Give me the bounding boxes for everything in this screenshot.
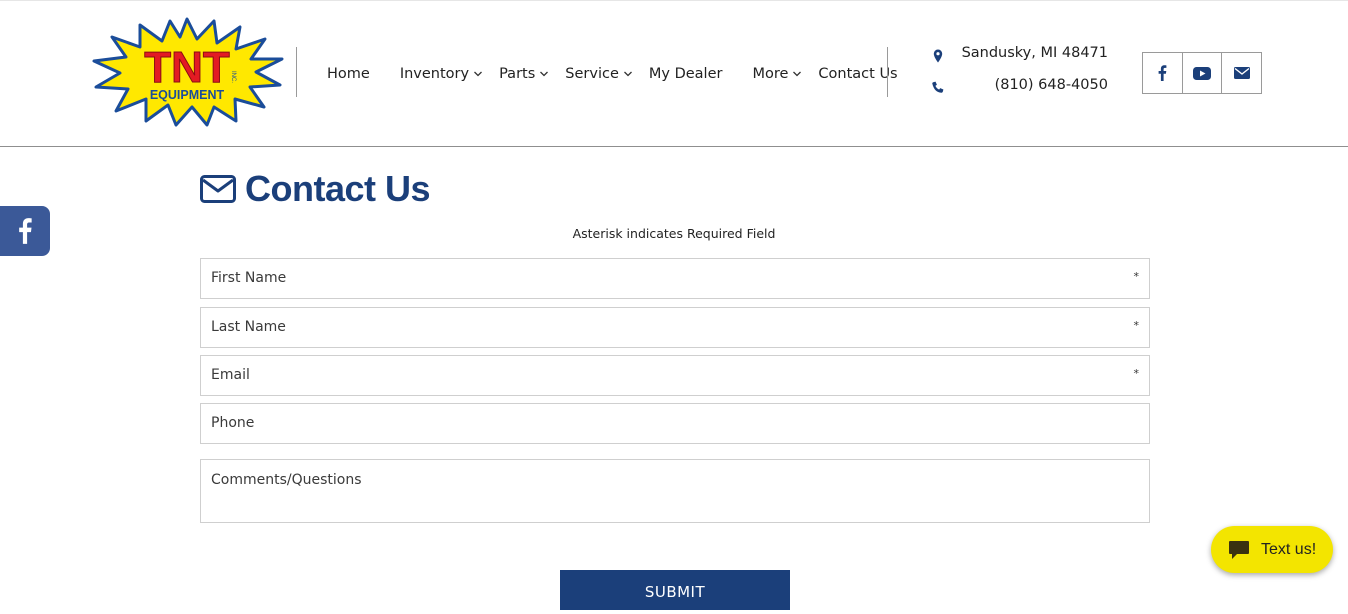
nav-inventory-label: Inventory [399, 66, 470, 82]
comments-placeholder: Comments/Questions [211, 472, 362, 488]
logo-main-text: TNT [144, 43, 230, 92]
youtube-icon [1193, 66, 1211, 80]
nav-divider-right [887, 47, 888, 97]
nav-parts[interactable]: Parts [499, 66, 549, 82]
required-asterisk: * [1133, 367, 1140, 380]
logo-sub-text: EQUIPMENT [150, 88, 225, 102]
text-us-label: Text us! [1261, 540, 1317, 558]
site-header: TNT EQUIPMENT INC. Home Inventory Parts … [0, 1, 1348, 147]
email-placeholder: Email [211, 367, 250, 383]
address-row: Sandusky, MI 48471 [930, 45, 1108, 67]
comments-textarea[interactable]: Comments/Questions [200, 459, 1150, 523]
tnt-equipment-logo[interactable]: TNT EQUIPMENT INC. [90, 17, 284, 127]
chevron-down-icon [793, 71, 802, 77]
nav-home-label: Home [327, 66, 370, 82]
envelope-icon [1233, 67, 1250, 79]
nav-my-dealer[interactable]: My Dealer [649, 66, 723, 82]
phone-icon [932, 81, 944, 93]
social-links [1142, 52, 1262, 94]
facebook-link[interactable] [1143, 53, 1183, 93]
nav-service-label: Service [565, 66, 619, 82]
first-name-placeholder: First Name [211, 270, 287, 286]
nav-more[interactable]: More [752, 66, 802, 82]
phone-placeholder: Phone [211, 415, 255, 431]
chevron-down-icon [540, 71, 549, 77]
chat-bubble-icon [1229, 540, 1249, 559]
chevron-down-icon [474, 71, 483, 77]
nav-my-dealer-label: My Dealer [648, 66, 723, 82]
phone-field[interactable]: Phone [200, 403, 1150, 444]
required-field-note: Asterisk indicates Required Field [572, 226, 776, 241]
envelope-icon [200, 175, 236, 203]
email-field[interactable]: Email * [200, 355, 1150, 396]
main-nav: Home Inventory Parts Service My Dealer M… [318, 63, 898, 85]
map-marker-icon [933, 49, 943, 63]
page-title-text: Contact Us [245, 168, 431, 209]
address-text[interactable]: Sandusky, MI 48471 [962, 45, 1108, 61]
text-us-button[interactable]: Text us! [1211, 526, 1333, 573]
nav-inventory[interactable]: Inventory [400, 66, 483, 82]
nav-more-label: More [752, 66, 789, 82]
first-name-field[interactable]: First Name * [200, 258, 1150, 299]
nav-contact-us[interactable]: Contact Us [818, 66, 897, 82]
page-title: Contact Us [200, 168, 431, 210]
youtube-link[interactable] [1183, 53, 1223, 93]
email-link[interactable] [1222, 53, 1261, 93]
required-asterisk: * [1133, 270, 1140, 283]
phone-text[interactable]: (810) 648-4050 [995, 77, 1108, 93]
phone-row: (810) 648-4050 [930, 77, 1108, 99]
facebook-icon [1158, 65, 1167, 81]
nav-divider-left [296, 47, 297, 97]
last-name-placeholder: Last Name [211, 319, 286, 335]
chevron-down-icon [623, 71, 632, 77]
last-name-field[interactable]: Last Name * [200, 307, 1150, 348]
nav-parts-label: Parts [499, 66, 536, 82]
submit-button[interactable]: SUBMIT [560, 570, 790, 610]
logo-small-text: INC. [230, 71, 236, 83]
nav-home[interactable]: Home [327, 66, 370, 82]
nav-service[interactable]: Service [565, 66, 633, 82]
required-asterisk: * [1133, 319, 1140, 332]
nav-contact-us-label: Contact Us [818, 66, 898, 82]
